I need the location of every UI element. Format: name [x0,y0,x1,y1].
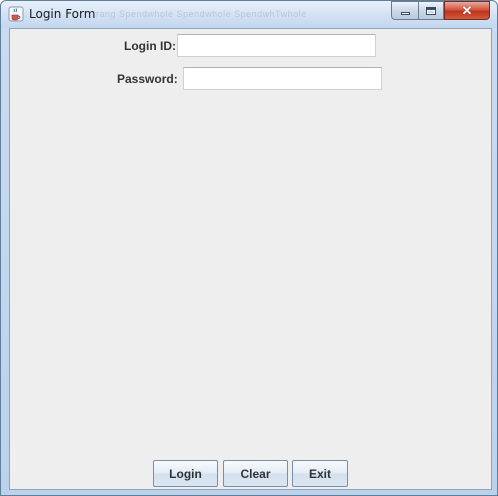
close-icon: ✕ [461,3,473,18]
close-button[interactable]: ✕ [444,1,490,20]
login-id-input[interactable] [177,34,376,57]
login-id-label: Login ID: [124,39,176,53]
background-window-titles: rang Spendwhole Spendwhole SpendwhTwhole [96,9,307,19]
login-window: Login Form rang Spendwhole Spendwhole Sp… [0,0,498,496]
form-panel: Login ID: Password: Login Clear Exit [9,28,492,490]
login-button[interactable]: Login [153,460,218,487]
minimize-icon [400,12,410,15]
exit-button[interactable]: Exit [292,460,348,487]
clear-button[interactable]: Clear [223,460,288,487]
java-coffee-cup-icon[interactable] [8,6,24,22]
window-title: Login Form [29,7,96,21]
title-bar[interactable]: Login Form rang Spendwhole Spendwhole Sp… [1,1,497,28]
minimize-button[interactable] [391,1,418,20]
password-input[interactable] [183,67,382,90]
maximize-icon [426,6,436,15]
password-label: Password: [117,72,178,86]
maximize-button[interactable] [418,1,444,20]
